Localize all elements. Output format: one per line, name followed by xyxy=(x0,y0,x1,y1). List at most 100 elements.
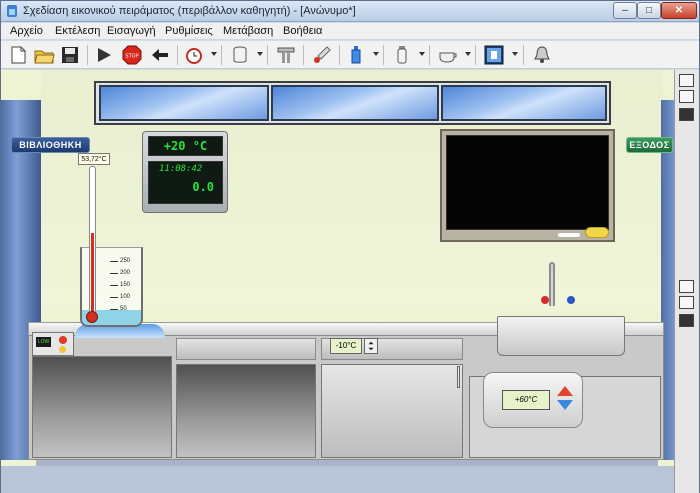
beaker-tick xyxy=(110,261,118,262)
toolbar-separator xyxy=(429,45,430,65)
stand-icon[interactable] xyxy=(275,44,297,66)
cold-chamber-door[interactable] xyxy=(321,364,463,458)
play-icon[interactable] xyxy=(93,44,115,66)
drawer-middle[interactable] xyxy=(176,338,316,360)
maximize-button[interactable]: □ xyxy=(637,2,661,19)
stop-icon[interactable]: STOP xyxy=(121,44,143,66)
toolbar-separator xyxy=(475,45,476,65)
display-dropdown-arrow[interactable] xyxy=(512,52,518,56)
menu-navigate[interactable]: Μετάβαση xyxy=(223,25,273,37)
toolbar-separator xyxy=(267,45,268,65)
menu-file[interactable]: Αρχείο xyxy=(10,25,43,37)
toolbar-separator xyxy=(523,45,524,65)
minimize-button[interactable]: – xyxy=(613,2,637,19)
cup-icon[interactable] xyxy=(437,44,459,66)
faucet[interactable] xyxy=(549,262,555,306)
beaker-graduation-50: 50 xyxy=(120,306,127,312)
open-folder-icon[interactable] xyxy=(33,44,55,66)
menu-settings[interactable]: Ρυθμίσεις xyxy=(165,25,213,37)
beaker-graduation-150: 150 xyxy=(120,282,131,288)
clock-time: 11:08:42 xyxy=(159,164,203,174)
beaker-tick xyxy=(110,273,118,274)
side-save-button[interactable] xyxy=(679,108,694,121)
beaker-tick xyxy=(110,285,118,286)
side-panel xyxy=(674,70,699,493)
temperature-down-arrow-icon[interactable] xyxy=(557,400,573,410)
save-icon[interactable] xyxy=(59,44,81,66)
water-heater[interactable]: +60°C xyxy=(483,372,583,428)
menu-help[interactable]: Βοήθεια xyxy=(283,25,322,37)
menu-bar: Αρχείο Εκτέλεση Εισαγωγή Ρυθμίσεις Μετάβ… xyxy=(1,23,699,40)
title-bar: Σχεδίαση εικονικού πειράματος (περιβάλλο… xyxy=(1,1,699,22)
thermometer-bulb xyxy=(86,311,98,323)
window-pane-right xyxy=(441,85,607,121)
thermometer[interactable] xyxy=(89,166,96,319)
sponge xyxy=(585,227,609,238)
cold-chamber-handle[interactable] xyxy=(457,366,460,388)
thermometer-mercury xyxy=(91,233,94,318)
new-file-icon[interactable] xyxy=(7,44,29,66)
cold-water-tap[interactable] xyxy=(567,296,575,304)
window-pane-left xyxy=(99,85,269,121)
beaker-graduation-200: 200 xyxy=(120,270,131,276)
exit-label[interactable]: ΕΞΟΔΟΣ xyxy=(626,137,673,153)
sink[interactable] xyxy=(497,316,625,356)
back-arrow-icon[interactable] xyxy=(149,44,171,66)
cabinet-middle[interactable] xyxy=(176,364,316,458)
board-surface xyxy=(446,135,609,230)
chalk xyxy=(558,233,580,237)
temperature-up-arrow-icon[interactable] xyxy=(557,386,573,396)
thermometer-reading: 53,72°C xyxy=(78,153,110,165)
toolbar-separator xyxy=(303,45,304,65)
cup-dropdown-arrow[interactable] xyxy=(465,52,471,56)
alarm-dropdown-arrow[interactable] xyxy=(211,52,217,56)
blackboard[interactable] xyxy=(440,129,615,242)
menu-insert[interactable]: Εισαγωγή xyxy=(107,25,156,37)
cold-chamber-temperature: -10°C xyxy=(330,338,362,354)
toolbar-separator xyxy=(177,45,178,65)
toolbar-separator xyxy=(383,45,384,65)
toolbar-separator xyxy=(339,45,340,65)
cylinder-icon[interactable] xyxy=(391,44,413,66)
cylinder-dropdown-arrow[interactable] xyxy=(419,52,425,56)
window-title: Σχεδίαση εικονικού πειράματος (περιβάλλο… xyxy=(23,5,356,17)
side-square-button-2[interactable] xyxy=(679,296,694,309)
beaker-graduation-100: 100 xyxy=(120,294,131,300)
lab-windows xyxy=(94,81,611,125)
alarm-clock-icon[interactable] xyxy=(183,44,205,66)
display-icon[interactable] xyxy=(483,44,505,66)
side-square-button[interactable] xyxy=(679,90,694,103)
thermometer-icon[interactable] xyxy=(311,44,333,66)
side-restore-button-2[interactable] xyxy=(679,280,694,293)
toolbar: STOP xyxy=(1,41,699,69)
timer-display: 11:08:42 0.0 xyxy=(148,161,223,204)
beaker-tick xyxy=(110,309,118,310)
floor xyxy=(1,466,674,493)
toolbar-separator xyxy=(221,45,222,65)
beaker-graduation-250: 250 xyxy=(120,258,131,264)
cabinet-left[interactable] xyxy=(32,356,172,458)
side-save-button-2[interactable] xyxy=(679,314,694,327)
side-restore-button[interactable] xyxy=(679,74,694,87)
library-label[interactable]: ΒΙΒΛΙΟΘΗΚΗ xyxy=(11,137,90,153)
flask-icon[interactable] xyxy=(345,44,367,66)
heater-control-box[interactable]: LOW xyxy=(32,332,74,356)
flask-dropdown-arrow[interactable] xyxy=(373,52,379,56)
heater-power-knob[interactable] xyxy=(59,336,67,344)
heater-level-knob[interactable] xyxy=(59,346,66,353)
container-dropdown-arrow[interactable] xyxy=(257,52,263,56)
room-temperature-display: +20 °C xyxy=(148,136,223,156)
hot-water-tap[interactable] xyxy=(541,296,549,304)
heater-low-indicator: LOW xyxy=(36,337,51,347)
bell-icon[interactable] xyxy=(531,44,553,66)
close-button[interactable]: ✕ xyxy=(661,2,697,19)
app-icon xyxy=(7,5,17,17)
cold-chamber-spinner[interactable] xyxy=(364,338,378,354)
menu-run[interactable]: Εκτέλεση xyxy=(55,25,100,37)
lab-scene: ΒΙΒΛΙΟΘΗΚΗ ΕΞΟΔΟΣ +20 °C 11:08:42 0.0 LO… xyxy=(1,70,699,493)
application-window: Σχεδίαση εικονικού πειράματος (περιβάλλο… xyxy=(0,0,700,493)
water-heater-temperature: +60°C xyxy=(502,390,550,410)
toolbar-separator xyxy=(87,45,88,65)
container-icon[interactable] xyxy=(229,44,251,66)
clock-panel[interactable]: +20 °C 11:08:42 0.0 xyxy=(142,131,228,213)
